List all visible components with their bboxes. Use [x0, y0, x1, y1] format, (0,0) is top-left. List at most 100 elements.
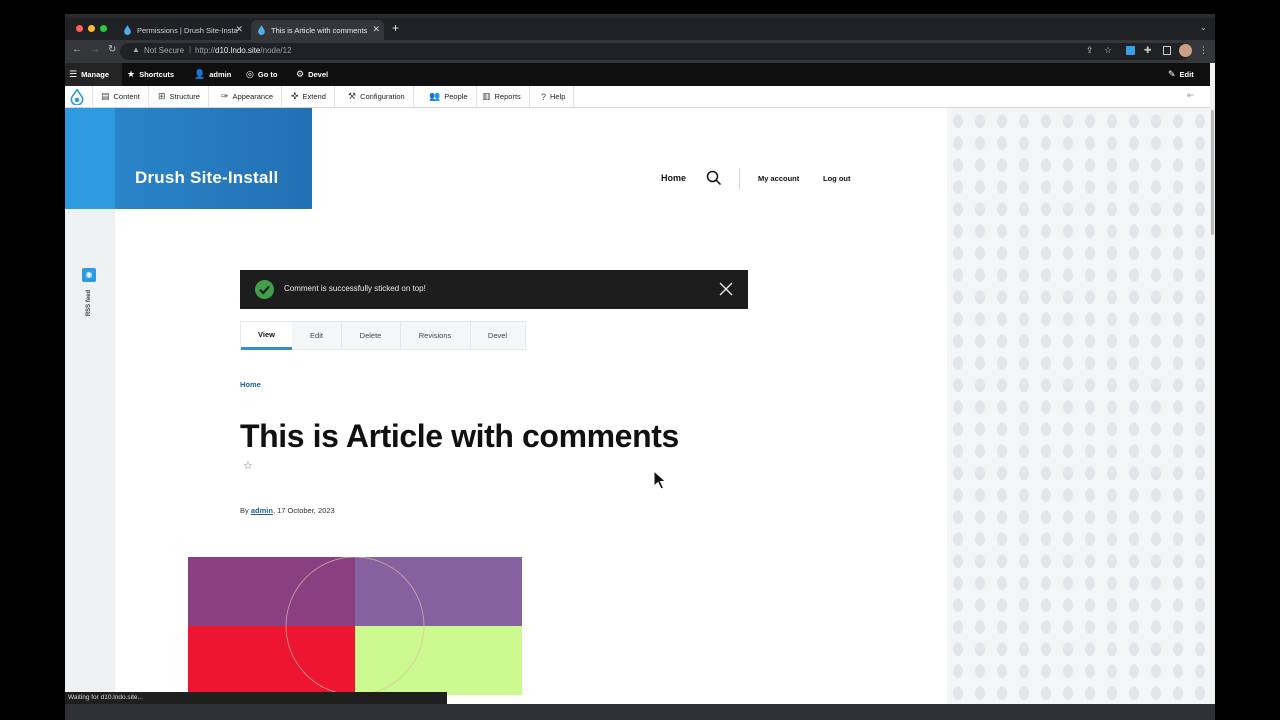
byline-by: By: [240, 506, 249, 515]
structure-icon: ⊞: [158, 91, 166, 101]
site-branding: Drush Site-Install: [65, 108, 312, 209]
site-name[interactable]: Drush Site-Install: [135, 168, 278, 188]
toolbar-user-label: admin: [209, 70, 232, 79]
toolbar-manage-label: Manage: [81, 70, 110, 79]
security-label: Not Secure: [144, 46, 185, 55]
tab-edit[interactable]: Edit: [292, 322, 342, 349]
url-field[interactable]: ▲ Not Secure | http://d10.lndo.site/node…: [120, 43, 1190, 60]
toolbar-shortcuts-label: Shortcuts: [139, 70, 175, 79]
warning-icon: ▲: [132, 45, 140, 54]
tray-help-label: Help: [550, 92, 566, 101]
tab-view[interactable]: View: [241, 322, 292, 350]
status-message: Comment is successfully sticked on top!: [240, 270, 748, 309]
toolbar-goto[interactable]: ◎ Go to: [246, 63, 277, 86]
tab-revisions[interactable]: Revisions: [400, 322, 471, 349]
tray-people[interactable]: 👥 People: [421, 86, 477, 107]
scrollbar-thumb[interactable]: [1211, 110, 1214, 235]
tray-appearance[interactable]: ✑ Appearance: [213, 86, 282, 107]
log-out-link[interactable]: Log out: [823, 174, 851, 183]
tray-extend[interactable]: ✜ Extend: [283, 86, 335, 107]
bookmark-star-icon[interactable]: ☆: [1104, 45, 1112, 56]
toolbar-manage[interactable]: ☰ Manage: [65, 63, 122, 86]
profile-avatar[interactable]: [1179, 44, 1192, 57]
tray-extend-label: Extend: [302, 92, 326, 101]
rss-icon[interactable]: ◉: [82, 268, 96, 282]
tray-reports-label: Reports: [494, 92, 521, 101]
main-nav-home[interactable]: Home: [661, 173, 686, 183]
status-bar-text: Waiting for d10.lndo.site...: [68, 694, 143, 701]
drupal-favicon-icon: [124, 25, 131, 35]
tray-configuration[interactable]: ⚒ Configuration: [340, 86, 414, 107]
breadcrumb[interactable]: Home: [240, 380, 261, 389]
drupal-logo-icon: [70, 88, 84, 105]
rss-feed-label[interactable]: RSS feed: [86, 283, 92, 323]
toolbar-edit-label: Edit: [1179, 70, 1194, 79]
hamburger-icon: ☰: [69, 69, 78, 79]
tray-reports[interactable]: ▥ Reports: [474, 86, 530, 107]
people-icon: 👥: [429, 91, 441, 101]
close-icon[interactable]: [717, 280, 735, 298]
toolbar-user[interactable]: 👤 admin: [194, 63, 231, 86]
share-icon[interactable]: ⇪: [1086, 45, 1094, 56]
gear-icon: ⚙: [296, 69, 305, 79]
toolbar-edit[interactable]: ✎ Edit: [1168, 63, 1194, 86]
page-title: This is Article with comments: [240, 418, 679, 454]
tab-title: Permissions | Drush Site-Insta: [137, 25, 238, 35]
toolbar-goto-label: Go to: [257, 70, 278, 79]
tray-appearance-label: Appearance: [232, 92, 273, 101]
url-separator: |: [189, 45, 192, 54]
page: Drush Site-Install Home My account Log o…: [65, 108, 1210, 704]
zoom-window-button[interactable]: [100, 25, 107, 32]
extension-icon[interactable]: [1126, 46, 1135, 55]
paintbrush-icon: ✑: [221, 91, 229, 101]
mouse-cursor-icon: [653, 470, 667, 490]
bookmark-star-icon[interactable]: ☆: [243, 459, 253, 472]
back-icon[interactable]: ←: [72, 44, 82, 55]
document-icon: ▤: [101, 91, 110, 101]
goto-icon: ◎: [246, 69, 254, 79]
toolbar-devel[interactable]: ⚙ Devel: [296, 63, 328, 86]
browser-menu-icon[interactable]: ⋮: [1199, 45, 1208, 56]
browser-tab-article[interactable]: This is Article with comments ✕: [251, 20, 384, 40]
tray-content-label: Content: [113, 92, 140, 101]
puzzle-icon: ✜: [291, 91, 299, 101]
author-link[interactable]: admin: [251, 506, 273, 515]
admin-toolbar: ☰ Manage ★ Shortcuts 👤 admin ◎ Go to ⚙ D…: [65, 63, 1215, 86]
minimize-window-button[interactable]: [88, 25, 95, 32]
wrench-icon: ⚒: [348, 91, 357, 101]
drupal-home-link[interactable]: [65, 86, 93, 107]
star-icon: ★: [127, 69, 136, 79]
toolbar-devel-label: Devel: [308, 70, 329, 79]
browser-tab-permissions[interactable]: Permissions | Drush Site-Insta ✕: [117, 20, 247, 40]
toolbar-shortcuts[interactable]: ★ Shortcuts: [127, 63, 174, 86]
side-panel-icon[interactable]: [1163, 46, 1171, 55]
tab-search-chevron-icon[interactable]: ⌄: [1200, 23, 1207, 32]
byline: By admin, 17 October, 2023: [240, 506, 335, 515]
tray-content[interactable]: ▤ Content: [93, 86, 149, 107]
tray-help[interactable]: ? Help: [533, 86, 575, 107]
url-prefix: http://: [195, 46, 216, 55]
tray-structure[interactable]: ⊞ Structure: [150, 86, 209, 107]
pencil-icon: ✎: [1168, 69, 1176, 79]
search-icon[interactable]: [706, 170, 722, 186]
new-tab-button[interactable]: +: [392, 21, 399, 35]
background-drop-pattern: [947, 108, 1210, 704]
close-tab-icon[interactable]: ✕: [235, 24, 243, 35]
tab-title: This is Article with comments: [271, 25, 368, 35]
tray-orientation-toggle-icon[interactable]: ⇤: [1187, 90, 1195, 101]
forward-icon[interactable]: →: [90, 44, 100, 55]
byline-date: , 17 October, 2023: [272, 506, 335, 515]
reload-icon[interactable]: ↻: [108, 44, 116, 55]
close-tab-icon[interactable]: ✕: [372, 24, 380, 35]
url-text: http://d10.lndo.site/node/12: [195, 46, 292, 55]
tab-devel[interactable]: Devel: [470, 322, 525, 349]
tray-people-label: People: [444, 92, 468, 101]
close-window-button[interactable]: [76, 25, 83, 32]
admin-tray: ▤ Content ⊞ Structure ✑ Appearance ✜ Extend …: [65, 86, 1215, 108]
my-account-link[interactable]: My account: [758, 174, 799, 183]
nav-divider: [739, 168, 740, 190]
tab-delete[interactable]: Delete: [341, 322, 401, 349]
drupal-favicon-icon: [258, 25, 265, 35]
article-image: [188, 557, 522, 695]
puzzle-extensions-icon[interactable]: ✚: [1144, 45, 1152, 56]
